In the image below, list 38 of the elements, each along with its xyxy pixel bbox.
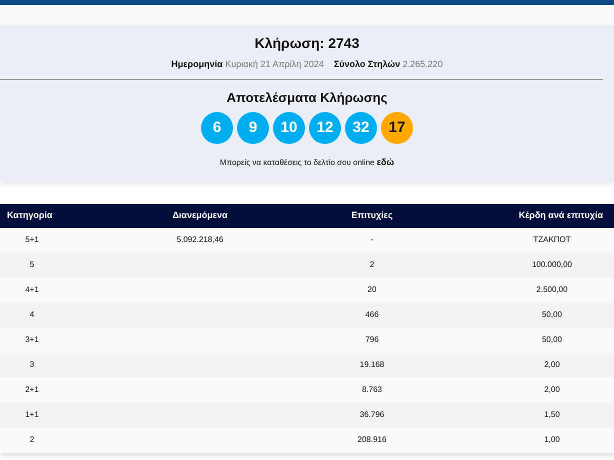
table-cell-text: 4+1 <box>24 284 40 296</box>
online-note: Μπορείς να καταθέσεις το δελτίο σου online εδώ <box>220 156 394 169</box>
table-cell-text: 19.168 <box>358 359 386 371</box>
table-cell-text: 2 <box>368 259 376 271</box>
table-cell-text: 8.763 <box>360 384 384 396</box>
table-cell-text: 1+1 <box>24 409 40 421</box>
table-cell-text: - <box>370 234 374 246</box>
table-cell-text: 1,00 <box>543 434 561 446</box>
table-cell-text: 2+1 <box>24 384 40 396</box>
table-cell-text: 36.796 <box>358 409 386 421</box>
date-info: Ημερομηνία Κυριακή 21 Απρίλη 2024 <box>171 58 324 71</box>
table-cell-text: 3 <box>28 359 36 371</box>
here-link[interactable]: εδώ <box>376 157 394 167</box>
table-cell-text: 50,00 <box>540 309 564 321</box>
table-cell-text: 3+1 <box>24 334 40 346</box>
table-cell-text: 1,50 <box>543 409 561 421</box>
column-header: Κέρδη ανά επιτυχία <box>518 208 604 222</box>
table-cell-text: 2 <box>28 434 36 446</box>
table-cell-text: 100.000,00 <box>530 259 574 271</box>
table-cell-text: 5+1 <box>24 234 40 246</box>
table-cell-text: ΤΖΑΚΠΟΤ <box>532 234 572 246</box>
draw-title: Κλήρωση: 2743 <box>254 34 360 53</box>
table-cell-text: 50,00 <box>540 334 564 346</box>
table-cell-text: 4 <box>28 309 36 321</box>
column-header: Κατηγορία <box>6 208 54 222</box>
table-cell-text: 2,00 <box>543 359 561 371</box>
table-cell-text: 466 <box>364 309 380 321</box>
table-cell-text: 796 <box>364 334 380 346</box>
table-cell-text: 5.092.218,46 <box>176 234 224 246</box>
table-cell-text: 5 <box>28 259 36 271</box>
table-cell-text: 20 <box>366 284 378 296</box>
table-cell-text: 2.500,00 <box>535 284 569 296</box>
table-cell-text: 208.916 <box>356 434 388 446</box>
columns-info: Σύνολο Στηλών 2.265.220 <box>334 58 443 71</box>
column-header: Επιτυχίες <box>350 208 394 222</box>
table-cell-text: 2,00 <box>543 384 561 396</box>
results-heading: Αποτελέσματα Κλήρωσης <box>226 88 388 107</box>
column-header: Διανεμόμενα <box>171 208 229 222</box>
